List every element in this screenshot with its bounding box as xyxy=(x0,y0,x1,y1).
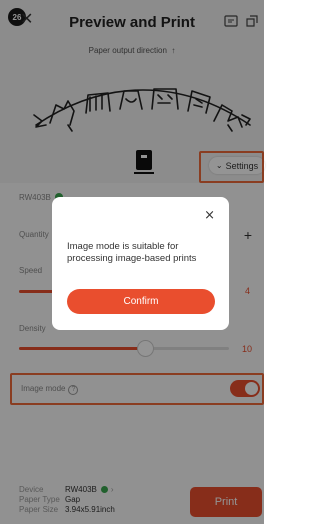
image-mode-dialog: × Image mode is suitable for processing … xyxy=(52,197,229,330)
dialog-message: Image mode is suitable for processing im… xyxy=(67,241,197,264)
close-icon[interactable]: × xyxy=(204,209,215,222)
confirm-button[interactable]: Confirm xyxy=(67,289,215,314)
